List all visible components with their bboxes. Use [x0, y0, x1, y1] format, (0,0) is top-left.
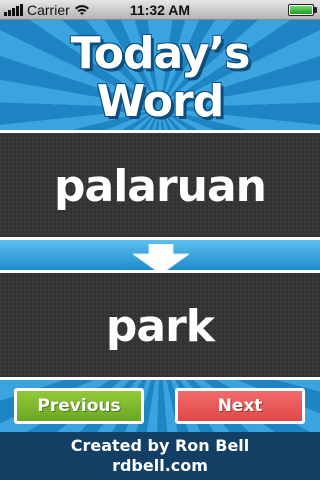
source-word-panel: palaruan	[0, 130, 320, 240]
header-banner: Today’s Word	[0, 20, 320, 130]
status-bar: Carrier 11:32 AM	[0, 0, 320, 20]
next-button[interactable]: Next	[175, 388, 305, 424]
website-link[interactable]: rdbell.com	[0, 456, 320, 475]
translation-panel: park	[0, 270, 320, 380]
source-word: palaruan	[54, 161, 267, 212]
credit-text: Created by Ron Bell	[70, 436, 250, 455]
battery-tip	[314, 7, 317, 13]
navigation-bar: Previous Next	[0, 380, 320, 432]
page-title-line2: Word	[96, 76, 224, 127]
battery-icon	[288, 4, 314, 16]
page-title-line1: Today’s	[70, 28, 251, 79]
footer: Created by Ron Bell rdbell.com	[0, 432, 320, 480]
status-time: 11:32 AM	[129, 2, 191, 18]
previous-button[interactable]: Previous	[14, 388, 144, 424]
translated-word: park	[105, 301, 215, 352]
